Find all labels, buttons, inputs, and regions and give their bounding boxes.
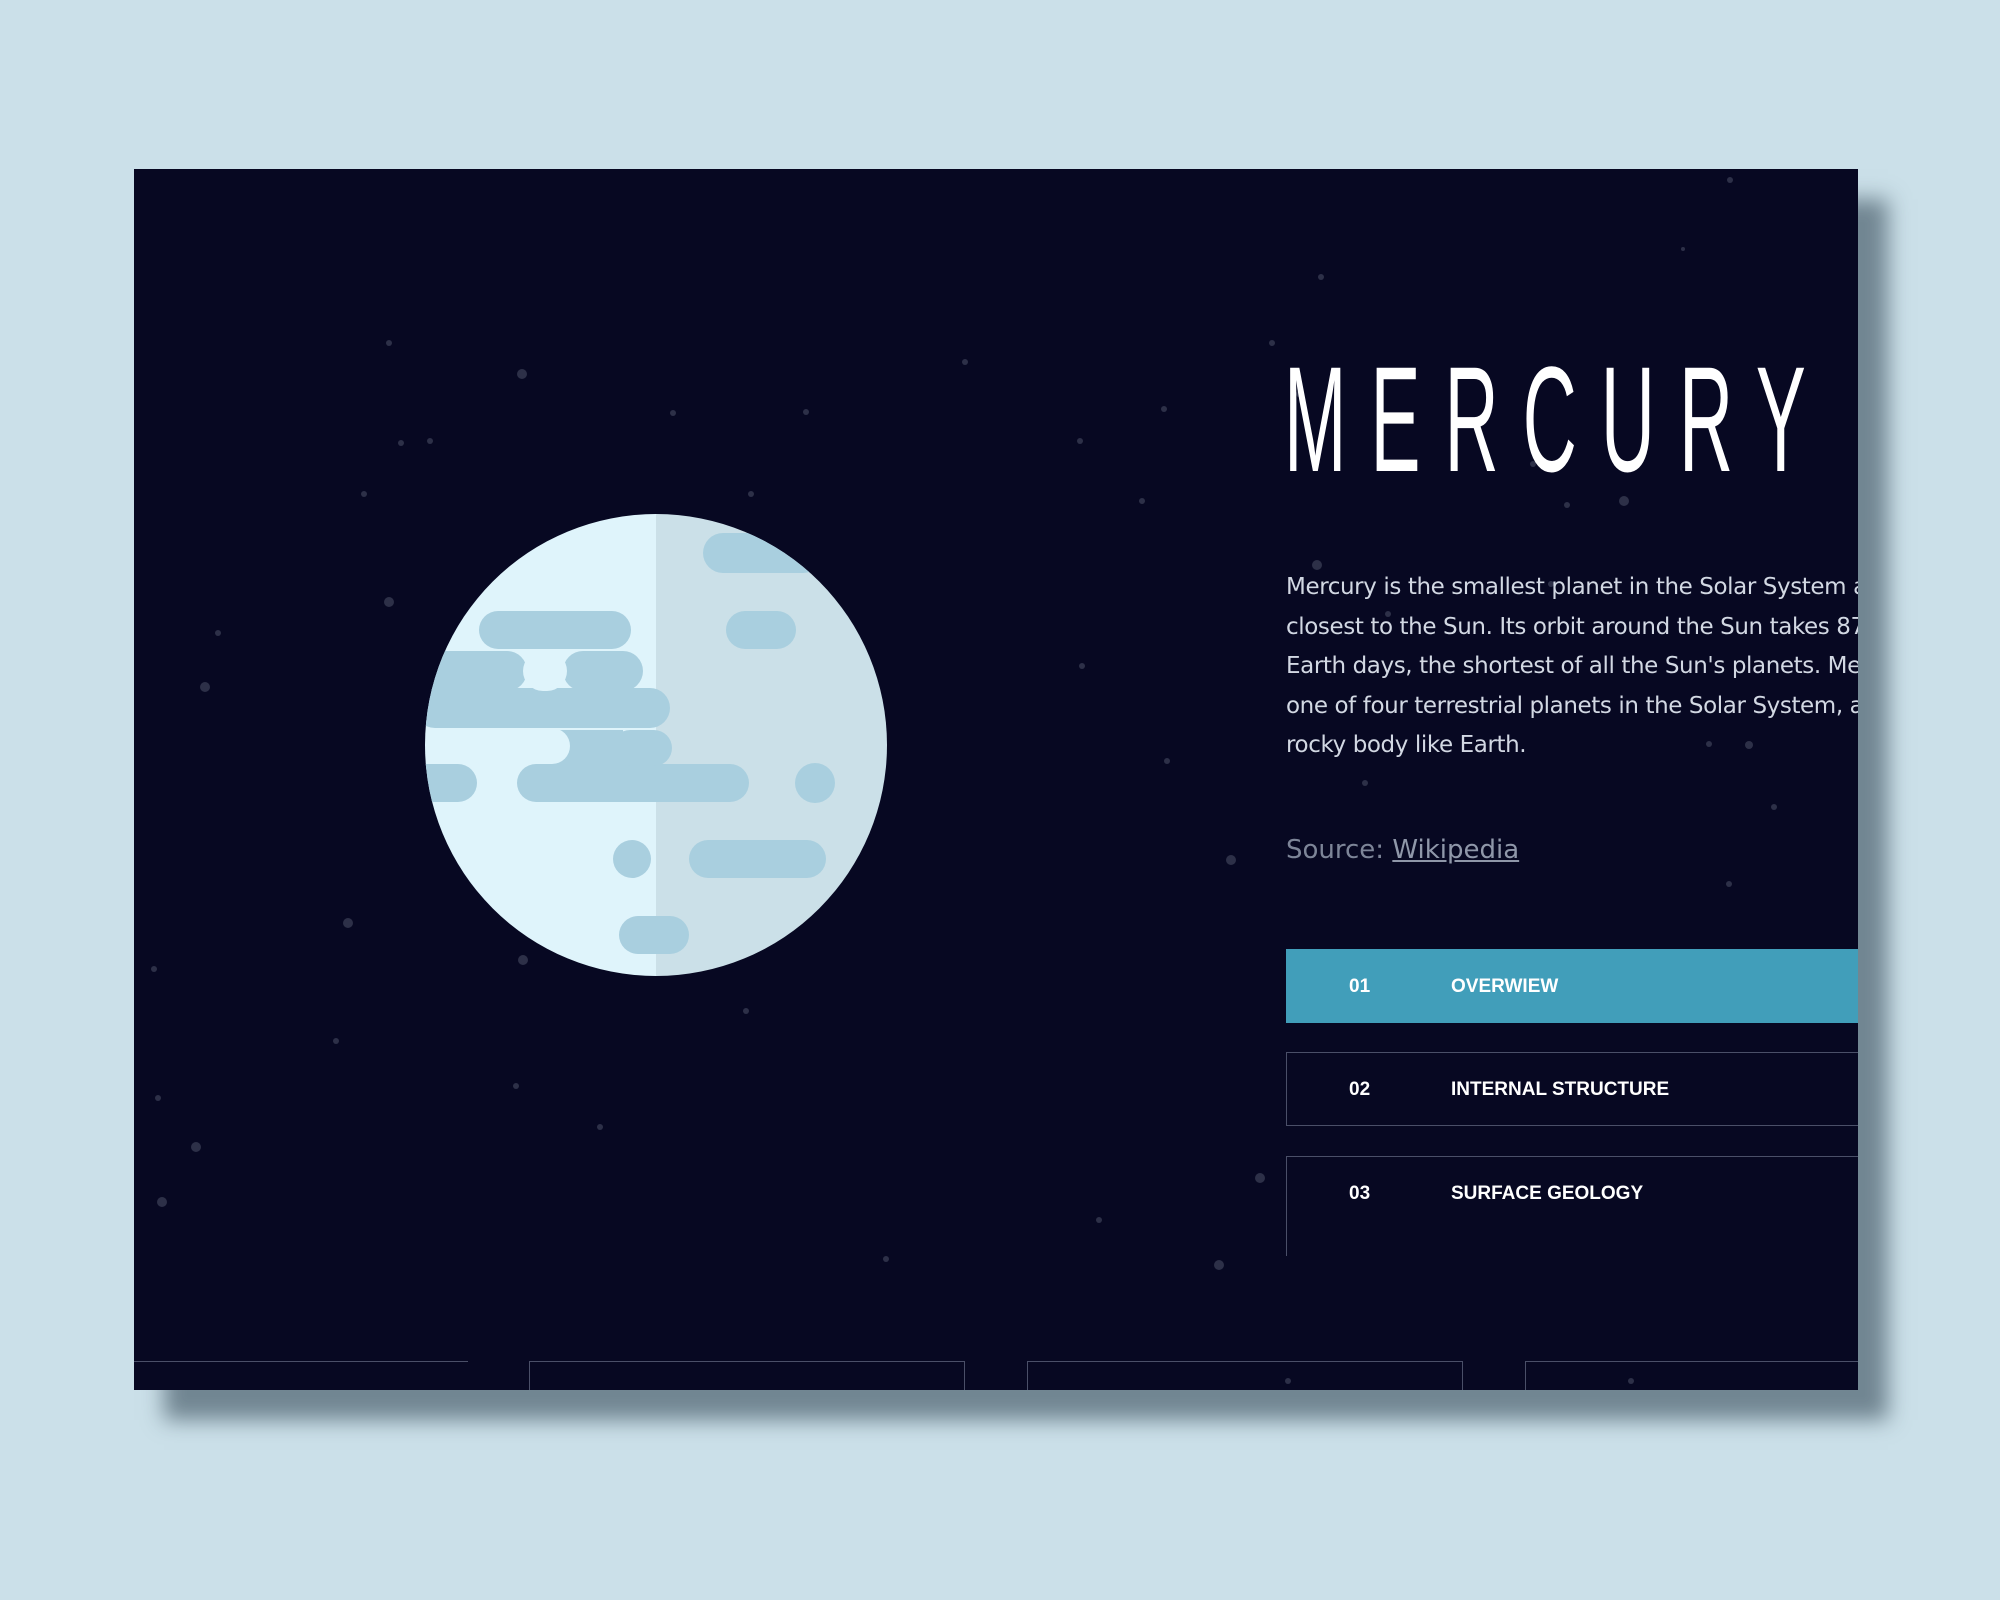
planet-mercury-icon: [425, 514, 887, 976]
source-link-wikipedia[interactable]: Wikipedia: [1392, 835, 1519, 865]
stat-card-partial: [134, 1361, 468, 1390]
source-label: Source:: [1286, 835, 1385, 865]
planet-title: MERCURY: [1284, 335, 1830, 503]
source-line: Source: Wikipedia: [1286, 835, 1519, 865]
stat-card-partial: [529, 1361, 965, 1390]
tab-number: 01: [1349, 976, 1371, 997]
tab-label: SURFACE GEOLOGY: [1451, 1183, 1644, 1204]
planet-description: Mercury is the smallest planet in the So…: [1286, 574, 1858, 758]
tab-label: OVERWIEW: [1451, 976, 1559, 997]
tab-number: 02: [1349, 1079, 1371, 1100]
tab-number: 03: [1349, 1183, 1371, 1204]
tab-internal-structure[interactable]: 02 INTERNAL STRUCTURE: [1286, 1052, 1858, 1126]
stat-card-partial: [1027, 1361, 1463, 1390]
tab-overview[interactable]: 01 OVERWIEW: [1286, 949, 1858, 1023]
slide-frame: MERCURY Mercury is the smallest planet i…: [134, 169, 1858, 1390]
tab-surface-geology[interactable]: 03 SURFACE GEOLOGY: [1286, 1156, 1858, 1256]
tab-label: INTERNAL STRUCTURE: [1451, 1079, 1670, 1100]
stat-card-partial: [1525, 1361, 1858, 1390]
